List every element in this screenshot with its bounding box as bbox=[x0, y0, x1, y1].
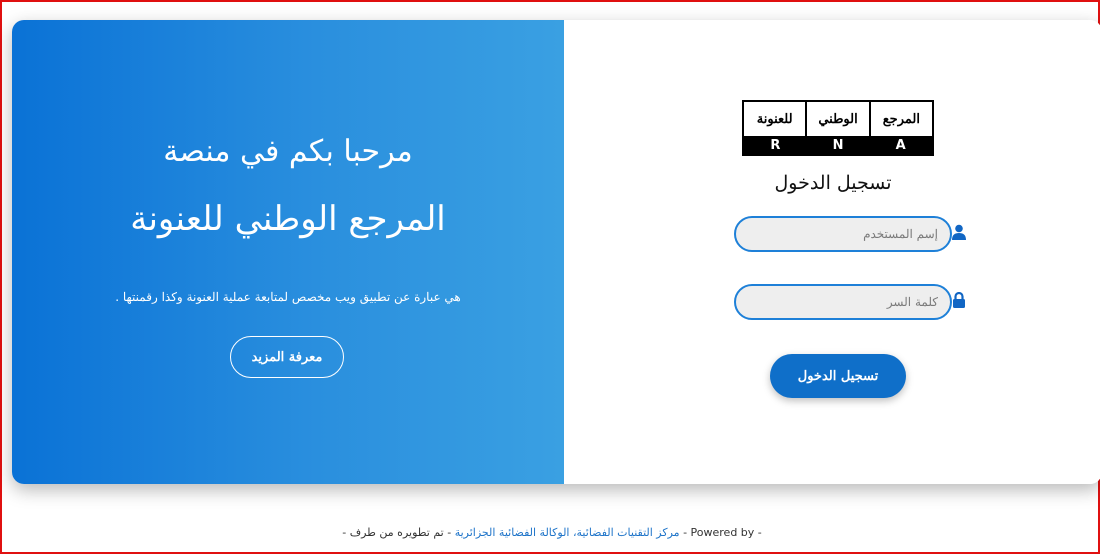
logo-words: المرجع الوطني للعنونة bbox=[744, 102, 932, 138]
welcome-heading-line1: مرحبا بكم في منصة bbox=[163, 134, 413, 169]
login-title: تسجيل الدخول bbox=[774, 172, 892, 194]
username-row bbox=[734, 216, 974, 252]
login-card: مرحبا بكم في منصة المرجع الوطني للعنونة … bbox=[12, 20, 1100, 484]
logo-letter-a: A bbox=[895, 138, 906, 153]
learn-more-button[interactable]: معرفة المزيد bbox=[230, 336, 344, 378]
welcome-description: هي عبارة عن تطبيق ويب مخصص لمتابعة عملية… bbox=[115, 290, 461, 304]
logo-letter-r: R bbox=[770, 138, 781, 153]
welcome-panel: مرحبا بكم في منصة المرجع الوطني للعنونة … bbox=[12, 20, 564, 484]
logo-word-1: المرجع bbox=[882, 111, 920, 127]
footer: - تم تطويره من طرف - مركز التقنيات الفضا… bbox=[2, 526, 1100, 539]
rna-logo: المرجع الوطني للعنونة R N A bbox=[742, 100, 934, 156]
welcome-heading-line2: المرجع الوطني للعنونة bbox=[130, 199, 446, 239]
login-panel: المرجع الوطني للعنونة R N A تسجيل الدخول bbox=[564, 20, 1100, 484]
footer-developed-by: - تم تطويره من طرف - bbox=[342, 526, 452, 539]
logo-letter-n: N bbox=[832, 138, 844, 153]
password-input[interactable] bbox=[734, 284, 952, 320]
password-row bbox=[734, 284, 974, 320]
login-submit-button[interactable]: تسجيل الدخول bbox=[770, 354, 906, 398]
logo-letters: R N A bbox=[744, 138, 932, 154]
logo-word-2: الوطني bbox=[807, 102, 871, 136]
footer-organization-link[interactable]: مركز التقنيات الفضائية، الوكالة الفضائية… bbox=[455, 526, 680, 539]
lock-icon bbox=[953, 292, 965, 308]
footer-powered-by: - Powered by - bbox=[683, 526, 762, 539]
user-icon bbox=[952, 224, 966, 240]
username-input[interactable] bbox=[734, 216, 952, 252]
logo-word-3: للعنونة bbox=[744, 102, 808, 136]
